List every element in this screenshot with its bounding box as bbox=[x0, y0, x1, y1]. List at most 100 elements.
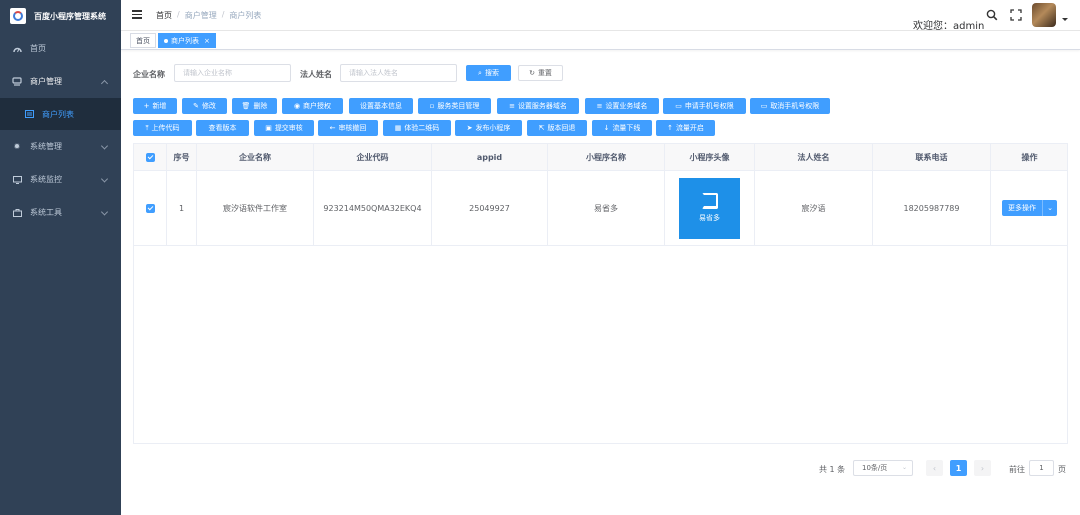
tags-view: 首页 商户列表 × bbox=[121, 31, 1080, 50]
button-label: 流量下线 bbox=[612, 124, 641, 132]
upload-icon: ⤒ bbox=[145, 123, 149, 132]
submit-icon: ▣ bbox=[265, 124, 272, 132]
submit-review-button[interactable]: ▣ 提交审核 bbox=[254, 120, 314, 136]
avatar[interactable] bbox=[1032, 3, 1056, 27]
chevron-right-icon: › bbox=[980, 463, 985, 473]
view-version-button[interactable]: 查看版本 bbox=[196, 120, 249, 136]
chevron-down-icon: ⌄ bbox=[901, 464, 907, 471]
row-checkbox[interactable] bbox=[145, 203, 155, 213]
button-label: 服务类目管理 bbox=[437, 102, 480, 110]
next-page-button[interactable]: › bbox=[974, 460, 991, 476]
breadcrumb-item[interactable]: 首页 bbox=[156, 10, 172, 21]
page-size-select[interactable]: 10条/页 ⌄ bbox=[853, 460, 913, 476]
publish-button[interactable]: ➤ 发布小程序 bbox=[455, 120, 522, 136]
header-phone: 联系电话 bbox=[873, 144, 991, 170]
menu-icon: ≡ bbox=[509, 102, 515, 110]
withdraw-review-button[interactable]: ← 审核撤回 bbox=[318, 120, 378, 136]
cell-appid: 25049927 bbox=[432, 171, 548, 245]
page-unit-label: 页 bbox=[1058, 465, 1066, 474]
company-input[interactable]: 请输入企业名称 bbox=[174, 64, 291, 82]
goto-page-input[interactable]: 1 bbox=[1029, 460, 1054, 476]
sidebar: 百度小程序管理系统 首页 商户管理 商户列表 ✹ 系统管理 系统监控 系统工具 bbox=[0, 0, 121, 515]
pagination-total: 共 1 条 bbox=[819, 465, 846, 474]
button-label: 上传代码 bbox=[151, 124, 180, 132]
search-icon[interactable] bbox=[986, 9, 998, 21]
cancel-phone-permission-button[interactable]: ▭ 取消手机号权限 bbox=[750, 98, 830, 114]
select-all-cell[interactable] bbox=[134, 144, 167, 170]
edit-button[interactable]: ✎ 修改 bbox=[182, 98, 227, 114]
fullscreen-icon[interactable] bbox=[1010, 9, 1022, 21]
add-button[interactable]: + 新增 bbox=[133, 98, 177, 114]
chevron-down-icon bbox=[100, 174, 109, 183]
lock-icon: ▫ bbox=[429, 102, 435, 110]
traffic-offline-button[interactable]: ↓ 流量下线 bbox=[592, 120, 652, 136]
app-logo bbox=[10, 8, 26, 24]
row-select-cell[interactable] bbox=[134, 171, 167, 245]
chevron-left-icon: ‹ bbox=[932, 463, 937, 473]
sidebar-item-merchant-list[interactable]: 商户列表 bbox=[0, 98, 121, 130]
cell-index: 1 bbox=[167, 171, 197, 245]
chevron-down-icon bbox=[100, 207, 109, 216]
more-actions-label[interactable]: 更多操作 bbox=[1002, 200, 1043, 216]
menu-icon: ≡ bbox=[596, 102, 603, 110]
button-label: 申请手机号权限 bbox=[684, 102, 734, 110]
reset-button[interactable]: ↻ 重置 bbox=[518, 65, 563, 81]
search-button[interactable]: ⌕ 搜索 bbox=[466, 65, 511, 81]
tag-label: 首页 bbox=[136, 36, 150, 45]
sidebar-item-merchant[interactable]: 商户管理 bbox=[0, 65, 121, 98]
delete-button[interactable]: 🗑 删除 bbox=[232, 98, 277, 114]
sidebar-item-monitor[interactable]: 系统监控 bbox=[0, 163, 121, 196]
server-domain-button[interactable]: ≡ 设置服务器域名 bbox=[497, 98, 579, 114]
person-label: 法人姓名 bbox=[300, 70, 332, 79]
cell-mini-name: 易省多 bbox=[548, 171, 665, 245]
button-label: 版本回退 bbox=[547, 124, 576, 132]
header-mini-avatar: 小程序头像 bbox=[665, 144, 755, 170]
merchant-table: 序号 企业名称 企业代码 appid 小程序名称 小程序头像 法人姓名 联系电话… bbox=[133, 143, 1068, 444]
trial-qrcode-button[interactable]: ▦ 体验二维码 bbox=[383, 120, 451, 136]
cell-company: 宸汐语软件工作室 bbox=[197, 171, 314, 245]
caret-down-icon[interactable] bbox=[1062, 18, 1068, 21]
person-input[interactable]: 请输入法人姓名 bbox=[340, 64, 457, 82]
sidebar-item-home[interactable]: 首页 bbox=[0, 32, 121, 65]
service-category-button[interactable]: ▫ 服务类目管理 bbox=[418, 98, 491, 114]
header-company: 企业名称 bbox=[197, 144, 314, 170]
sidebar-item-label: 系统工具 bbox=[30, 208, 62, 217]
prev-page-button[interactable]: ‹ bbox=[926, 460, 943, 476]
business-domain-button[interactable]: ≡ 设置业务域名 bbox=[585, 98, 659, 114]
company-label: 企业名称 bbox=[133, 70, 165, 79]
sidebar-item-tools[interactable]: 系统工具 bbox=[0, 196, 121, 229]
more-actions-button[interactable]: 更多操作 ⌄ bbox=[1002, 200, 1057, 216]
tag-merchant-list[interactable]: 商户列表 × bbox=[158, 33, 216, 48]
close-icon[interactable]: × bbox=[204, 37, 210, 45]
button-label: 查看版本 bbox=[208, 124, 237, 132]
hamburger-icon[interactable] bbox=[132, 10, 142, 19]
shop-icon bbox=[12, 77, 22, 86]
folder-icon: ▭ bbox=[675, 102, 682, 110]
trash-icon: 🗑 bbox=[241, 102, 251, 110]
mini-program-avatar-text: 易省多 bbox=[699, 214, 720, 222]
table-header: 序号 企业名称 企业代码 appid 小程序名称 小程序头像 法人姓名 联系电话… bbox=[134, 144, 1067, 171]
sidebar-item-label: 首页 bbox=[30, 44, 46, 53]
top-header: 首页 / 商户管理 / 商户列表 欢迎您：admin bbox=[121, 0, 1080, 32]
select-all-checkbox[interactable] bbox=[145, 152, 155, 162]
page-number-button[interactable]: 1 bbox=[950, 460, 967, 476]
header-appid: appid bbox=[432, 144, 548, 170]
sidebar-item-label: 商户列表 bbox=[42, 109, 74, 119]
chevron-down-icon[interactable]: ⌄ bbox=[1043, 200, 1057, 216]
set-basic-info-button[interactable]: 设置基本信息 bbox=[349, 98, 413, 114]
edit-icon: ✎ bbox=[193, 102, 199, 110]
apply-phone-permission-button[interactable]: ▭ 申请手机号权限 bbox=[663, 98, 746, 114]
authorize-button[interactable]: ◉ 商户授权 bbox=[282, 98, 343, 114]
sidebar-item-system[interactable]: ✹ 系统管理 bbox=[0, 130, 121, 163]
cell-phone: 18205987789 bbox=[873, 171, 991, 245]
header-code: 企业代码 bbox=[314, 144, 432, 170]
button-label: 新增 bbox=[152, 102, 167, 110]
refresh-icon: ↻ bbox=[529, 69, 535, 77]
button-label: 修改 bbox=[201, 102, 216, 110]
button-label: 体验二维码 bbox=[404, 124, 440, 132]
traffic-online-button[interactable]: ↑ 流量开启 bbox=[656, 120, 715, 136]
submenu-merchant: 商户列表 bbox=[0, 98, 121, 130]
tag-home[interactable]: 首页 bbox=[130, 33, 156, 48]
upload-code-button[interactable]: ⤒ 上传代码 bbox=[133, 120, 192, 136]
rollback-button[interactable]: ⇱ 版本回退 bbox=[527, 120, 587, 136]
